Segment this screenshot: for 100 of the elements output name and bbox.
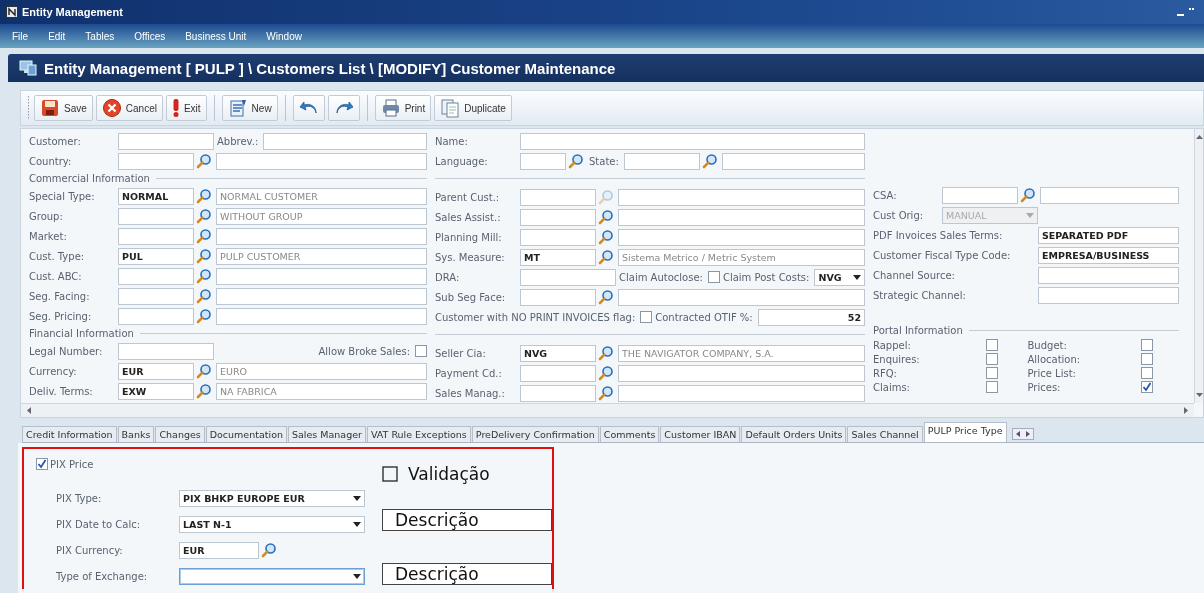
text-field[interactable]: SEPARATED PDF	[1038, 226, 1179, 244]
tab[interactable]: Credit Information	[22, 426, 117, 442]
description-field[interactable]: THE NAVIGATOR COMPANY, S.A.	[618, 344, 865, 362]
dropdown[interactable]	[179, 567, 365, 585]
menu-item[interactable]: Offices	[134, 30, 166, 42]
dropdown[interactable]: PIX BHKP EUROPE EUR	[179, 490, 365, 508]
code-field[interactable]	[623, 152, 700, 170]
search-icon[interactable]	[1020, 186, 1038, 204]
save-button[interactable]: Save	[34, 95, 93, 121]
text-field[interactable]	[1038, 266, 1179, 284]
number-field[interactable]: 52	[757, 308, 865, 326]
text-field[interactable]	[118, 132, 214, 150]
text-field[interactable]	[118, 342, 214, 360]
up-arrow-icon[interactable]	[1195, 135, 1203, 139]
description-field[interactable]: EURO	[216, 362, 427, 380]
text-field[interactable]: EMPRESA/BUSINESS	[1038, 246, 1179, 264]
tab[interactable]: PULP Price Type	[923, 422, 1007, 442]
search-icon[interactable]	[598, 228, 616, 246]
description-field[interactable]	[618, 384, 865, 402]
checkbox[interactable]	[1140, 381, 1153, 393]
menu-item[interactable]: Business Unit	[185, 30, 247, 42]
description-field[interactable]: NA FABRICA	[216, 382, 427, 400]
vertical-scrollbar[interactable]	[1194, 129, 1203, 403]
description-box[interactable]: Descrição	[382, 563, 552, 585]
description-field[interactable]: NORMAL CUSTOMER	[216, 187, 427, 205]
code-field[interactable]	[118, 267, 194, 285]
search-icon[interactable]	[598, 248, 616, 266]
text-field[interactable]	[263, 132, 427, 150]
text-field[interactable]	[1038, 286, 1179, 304]
description-field[interactable]	[618, 364, 865, 382]
search-icon[interactable]	[196, 307, 214, 325]
checkbox[interactable]	[36, 458, 48, 471]
search-icon[interactable]	[196, 152, 214, 170]
description-field[interactable]	[1040, 186, 1179, 204]
search-icon[interactable]	[598, 344, 616, 362]
menu-item[interactable]: Edit	[48, 30, 66, 42]
search-icon[interactable]	[196, 267, 214, 285]
tab[interactable]: Banks	[117, 426, 155, 442]
code-field[interactable]	[118, 287, 194, 305]
code-field[interactable]: PUL	[118, 247, 194, 265]
code-field[interactable]: NORMAL	[118, 187, 194, 205]
new-button[interactable]: New	[221, 95, 278, 121]
description-field[interactable]: PULP CUSTOMER	[216, 247, 427, 265]
left-arrow-icon[interactable]	[27, 407, 31, 414]
checkbox[interactable]	[640, 311, 653, 323]
code-field[interactable]	[118, 227, 194, 245]
description-field[interactable]	[618, 188, 865, 206]
code-field[interactable]: EUR	[179, 541, 259, 559]
search-icon[interactable]	[196, 247, 214, 265]
checkbox[interactable]	[382, 466, 398, 482]
code-field[interactable]	[520, 152, 566, 170]
description-field[interactable]	[618, 208, 865, 226]
menu-item[interactable]: File	[12, 30, 29, 42]
code-field[interactable]	[520, 288, 596, 306]
tab[interactable]: Changes	[155, 426, 205, 442]
description-field[interactable]: WITHOUT GROUP	[216, 207, 427, 225]
search-icon[interactable]	[196, 362, 214, 380]
search-icon[interactable]	[701, 152, 720, 170]
tab[interactable]: Sales Channel	[847, 426, 923, 442]
description-field[interactable]	[618, 288, 865, 306]
checkbox[interactable]	[707, 271, 720, 283]
text-field[interactable]	[520, 132, 865, 150]
description-field[interactable]	[216, 267, 427, 285]
code-field[interactable]	[520, 208, 596, 226]
description-box[interactable]: Descrição	[382, 509, 552, 531]
checkbox[interactable]	[1140, 353, 1153, 365]
description-field[interactable]	[216, 307, 427, 325]
description-field[interactable]	[721, 152, 865, 170]
code-field[interactable]	[520, 384, 596, 402]
tab[interactable]: Default Orders Units	[741, 426, 847, 442]
tab[interactable]: Customer IBAN	[660, 426, 741, 442]
search-icon[interactable]	[568, 152, 586, 170]
print-button[interactable]: Print	[374, 95, 432, 121]
redo-button[interactable]	[327, 95, 360, 121]
tab[interactable]: Sales Manager	[288, 426, 366, 442]
search-icon[interactable]	[598, 364, 616, 382]
code-field[interactable]	[118, 152, 194, 170]
checkbox[interactable]	[986, 339, 998, 351]
search-icon[interactable]	[598, 208, 616, 226]
dropdown[interactable]: NVG	[814, 268, 865, 286]
tab[interactable]: Documentation	[205, 426, 287, 442]
undo-button[interactable]	[292, 95, 325, 121]
description-field[interactable]	[216, 227, 427, 245]
search-icon[interactable]	[598, 384, 616, 402]
checkbox[interactable]	[415, 345, 427, 357]
tab[interactable]: PreDelivery Confirmation	[471, 426, 599, 442]
search-icon[interactable]	[261, 541, 279, 559]
code-field[interactable]: NVG	[520, 344, 596, 362]
cancel-button[interactable]: Cancel	[95, 95, 163, 121]
description-field[interactable]	[216, 287, 427, 305]
exit-button[interactable]: Exit	[165, 95, 207, 121]
checkbox[interactable]	[986, 381, 998, 393]
tab-scroll-arrows-icon[interactable]	[1011, 428, 1034, 440]
code-field[interactable]: EXW	[118, 382, 194, 400]
down-arrow-icon[interactable]	[1195, 393, 1203, 397]
search-icon[interactable]	[196, 287, 214, 305]
description-field[interactable]: Sistema Metrico / Metric System	[618, 248, 865, 266]
text-field[interactable]	[520, 268, 616, 286]
code-field[interactable]: EUR	[118, 362, 194, 380]
code-field[interactable]	[520, 228, 596, 246]
